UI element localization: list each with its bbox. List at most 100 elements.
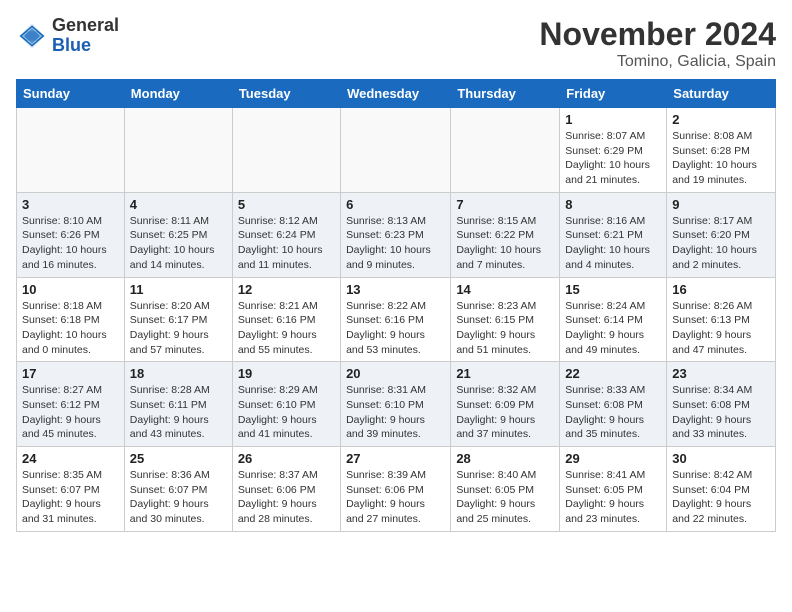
- calendar-cell: 22 Sunrise: 8:33 AM Sunset: 6:08 PM Dayli…: [560, 362, 667, 447]
- day-number: 19: [238, 366, 335, 381]
- calendar-cell: 26 Sunrise: 8:37 AM Sunset: 6:06 PM Dayli…: [232, 447, 340, 532]
- title-block: November 2024 Tomino, Galicia, Spain: [539, 16, 776, 71]
- day-number: 29: [565, 451, 661, 466]
- calendar-cell: 18 Sunrise: 8:28 AM Sunset: 6:11 PM Dayli…: [124, 362, 232, 447]
- weekday-wednesday: Wednesday: [341, 80, 451, 108]
- calendar-cell: 14 Sunrise: 8:23 AM Sunset: 6:15 PM Dayli…: [451, 277, 560, 362]
- day-number: 15: [565, 282, 661, 297]
- calendar-cell: [451, 108, 560, 193]
- calendar-cell: 2 Sunrise: 8:08 AM Sunset: 6:28 PM Daylig…: [667, 108, 776, 193]
- day-number: 25: [130, 451, 227, 466]
- calendar-cell: 10 Sunrise: 8:18 AM Sunset: 6:18 PM Dayli…: [17, 277, 125, 362]
- week-row-2: 3 Sunrise: 8:10 AM Sunset: 6:26 PM Daylig…: [17, 192, 776, 277]
- day-number: 23: [672, 366, 770, 381]
- day-number: 18: [130, 366, 227, 381]
- calendar-cell: 20 Sunrise: 8:31 AM Sunset: 6:10 PM Dayli…: [341, 362, 451, 447]
- calendar-cell: 19 Sunrise: 8:29 AM Sunset: 6:10 PM Dayli…: [232, 362, 340, 447]
- day-number: 9: [672, 197, 770, 212]
- day-number: 14: [456, 282, 554, 297]
- day-number: 5: [238, 197, 335, 212]
- weekday-saturday: Saturday: [667, 80, 776, 108]
- calendar-cell: 9 Sunrise: 8:17 AM Sunset: 6:20 PM Daylig…: [667, 192, 776, 277]
- day-number: 2: [672, 112, 770, 127]
- day-number: 24: [22, 451, 119, 466]
- weekday-sunday: Sunday: [17, 80, 125, 108]
- weekday-header-row: SundayMondayTuesdayWednesdayThursdayFrid…: [17, 80, 776, 108]
- calendar-cell: 7 Sunrise: 8:15 AM Sunset: 6:22 PM Daylig…: [451, 192, 560, 277]
- calendar-cell: 29Sunrise: 8:41 AM Sunset: 6:05 PM Dayli…: [560, 447, 667, 532]
- day-info: Sunrise: 8:37 AM Sunset: 6:06 PM Dayligh…: [238, 468, 335, 527]
- calendar-cell: 8Sunrise: 8:16 AM Sunset: 6:21 PM Daylig…: [560, 192, 667, 277]
- day-info: Sunrise: 8:28 AM Sunset: 6:11 PM Dayligh…: [130, 383, 227, 442]
- calendar-cell: 25Sunrise: 8:36 AM Sunset: 6:07 PM Dayli…: [124, 447, 232, 532]
- day-number: 22: [565, 366, 661, 381]
- day-info: Sunrise: 8:35 AM Sunset: 6:07 PM Dayligh…: [22, 468, 119, 527]
- calendar: SundayMondayTuesdayWednesdayThursdayFrid…: [16, 79, 776, 532]
- day-info: Sunrise: 8:16 AM Sunset: 6:21 PM Dayligh…: [565, 214, 661, 273]
- calendar-cell: 5Sunrise: 8:12 AM Sunset: 6:24 PM Daylig…: [232, 192, 340, 277]
- day-info: Sunrise: 8:15 AM Sunset: 6:22 PM Dayligh…: [456, 214, 554, 273]
- day-info: Sunrise: 8:08 AM Sunset: 6:28 PM Dayligh…: [672, 129, 770, 188]
- calendar-cell: 15 Sunrise: 8:24 AM Sunset: 6:14 PM Dayli…: [560, 277, 667, 362]
- day-info: Sunrise: 8:40 AM Sunset: 6:05 PM Dayligh…: [456, 468, 554, 527]
- week-row-4: 17Sunrise: 8:27 AM Sunset: 6:12 PM Dayli…: [17, 362, 776, 447]
- calendar-cell: 21 Sunrise: 8:32 AM Sunset: 6:09 PM Dayli…: [451, 362, 560, 447]
- day-number: 30: [672, 451, 770, 466]
- day-number: 28: [456, 451, 554, 466]
- day-info: Sunrise: 8:21 AM Sunset: 6:16 PM Dayligh…: [238, 299, 335, 358]
- day-info: Sunrise: 8:32 AM Sunset: 6:09 PM Dayligh…: [456, 383, 554, 442]
- calendar-cell: 4 Sunrise: 8:11 AM Sunset: 6:25 PM Daylig…: [124, 192, 232, 277]
- day-info: Sunrise: 8:17 AM Sunset: 6:20 PM Dayligh…: [672, 214, 770, 273]
- weekday-monday: Monday: [124, 80, 232, 108]
- calendar-cell: 3 Sunrise: 8:10 AM Sunset: 6:26 PM Daylig…: [17, 192, 125, 277]
- page-header: General Blue November 2024 Tomino, Galic…: [16, 16, 776, 71]
- calendar-cell: 24 Sunrise: 8:35 AM Sunset: 6:07 PM Dayli…: [17, 447, 125, 532]
- day-number: 6: [346, 197, 445, 212]
- calendar-cell: 27 Sunrise: 8:39 AM Sunset: 6:06 PM Dayli…: [341, 447, 451, 532]
- day-number: 27: [346, 451, 445, 466]
- day-info: Sunrise: 8:23 AM Sunset: 6:15 PM Dayligh…: [456, 299, 554, 358]
- day-info: Sunrise: 8:24 AM Sunset: 6:14 PM Dayligh…: [565, 299, 661, 358]
- day-info: Sunrise: 8:31 AM Sunset: 6:10 PM Dayligh…: [346, 383, 445, 442]
- calendar-cell: 23 Sunrise: 8:34 AM Sunset: 6:08 PM Dayli…: [667, 362, 776, 447]
- week-row-3: 10 Sunrise: 8:18 AM Sunset: 6:18 PM Dayli…: [17, 277, 776, 362]
- day-number: 3: [22, 197, 119, 212]
- logo-text: General Blue: [52, 16, 119, 56]
- day-info: Sunrise: 8:29 AM Sunset: 6:10 PM Dayligh…: [238, 383, 335, 442]
- day-number: 21: [456, 366, 554, 381]
- calendar-cell: [232, 108, 340, 193]
- day-number: 10: [22, 282, 119, 297]
- day-info: Sunrise: 8:18 AM Sunset: 6:18 PM Dayligh…: [22, 299, 119, 358]
- day-number: 26: [238, 451, 335, 466]
- calendar-cell: 13Sunrise: 8:22 AM Sunset: 6:16 PM Dayli…: [341, 277, 451, 362]
- weekday-tuesday: Tuesday: [232, 80, 340, 108]
- day-info: Sunrise: 8:27 AM Sunset: 6:12 PM Dayligh…: [22, 383, 119, 442]
- calendar-cell: [341, 108, 451, 193]
- logo-icon: [16, 20, 48, 52]
- day-info: Sunrise: 8:26 AM Sunset: 6:13 PM Dayligh…: [672, 299, 770, 358]
- logo-general: General: [52, 16, 119, 36]
- week-row-1: 1 Sunrise: 8:07 AM Sunset: 6:29 PM Daylig…: [17, 108, 776, 193]
- day-number: 16: [672, 282, 770, 297]
- day-number: 1: [565, 112, 661, 127]
- logo: General Blue: [16, 16, 119, 56]
- calendar-cell: 17Sunrise: 8:27 AM Sunset: 6:12 PM Dayli…: [17, 362, 125, 447]
- week-row-5: 24 Sunrise: 8:35 AM Sunset: 6:07 PM Dayli…: [17, 447, 776, 532]
- calendar-cell: 30Sunrise: 8:42 AM Sunset: 6:04 PM Dayli…: [667, 447, 776, 532]
- day-info: Sunrise: 8:13 AM Sunset: 6:23 PM Dayligh…: [346, 214, 445, 273]
- day-info: Sunrise: 8:33 AM Sunset: 6:08 PM Dayligh…: [565, 383, 661, 442]
- day-info: Sunrise: 8:39 AM Sunset: 6:06 PM Dayligh…: [346, 468, 445, 527]
- day-info: Sunrise: 8:07 AM Sunset: 6:29 PM Dayligh…: [565, 129, 661, 188]
- day-info: Sunrise: 8:11 AM Sunset: 6:25 PM Dayligh…: [130, 214, 227, 273]
- month-title: November 2024: [539, 16, 776, 53]
- day-number: 4: [130, 197, 227, 212]
- calendar-cell: 12Sunrise: 8:21 AM Sunset: 6:16 PM Dayli…: [232, 277, 340, 362]
- day-number: 20: [346, 366, 445, 381]
- calendar-cell: 11Sunrise: 8:20 AM Sunset: 6:17 PM Dayli…: [124, 277, 232, 362]
- day-info: Sunrise: 8:10 AM Sunset: 6:26 PM Dayligh…: [22, 214, 119, 273]
- calendar-cell: [124, 108, 232, 193]
- day-info: Sunrise: 8:20 AM Sunset: 6:17 PM Dayligh…: [130, 299, 227, 358]
- day-info: Sunrise: 8:34 AM Sunset: 6:08 PM Dayligh…: [672, 383, 770, 442]
- day-number: 7: [456, 197, 554, 212]
- day-info: Sunrise: 8:22 AM Sunset: 6:16 PM Dayligh…: [346, 299, 445, 358]
